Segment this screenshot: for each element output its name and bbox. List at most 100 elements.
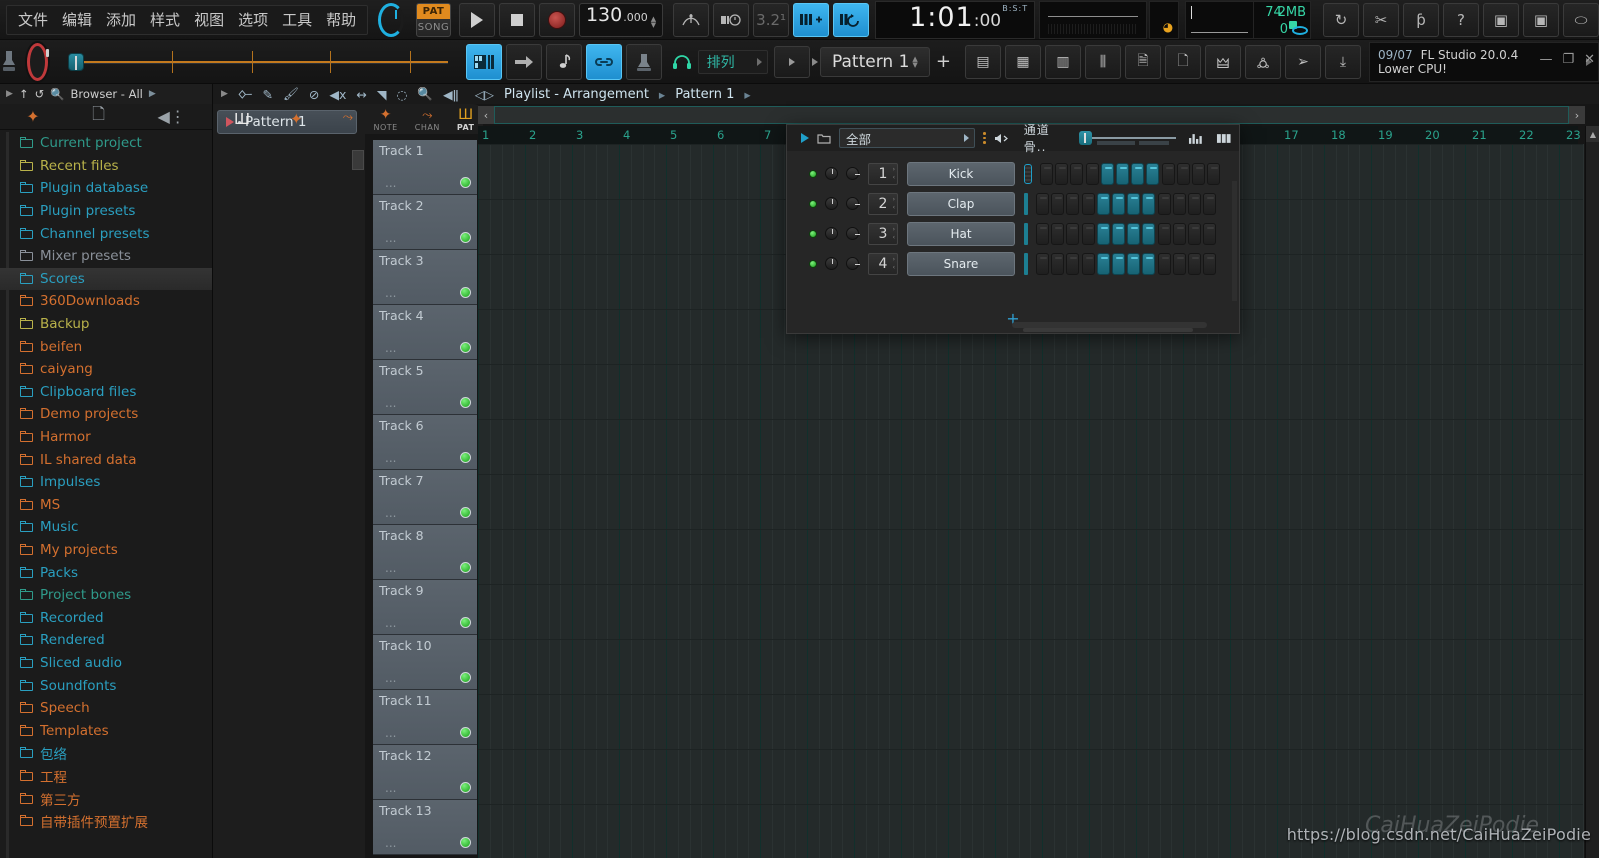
step-button[interactable] xyxy=(1172,222,1186,245)
step-button[interactable] xyxy=(1055,162,1069,185)
rack-zoom-slider[interactable] xyxy=(1078,131,1176,145)
sidebar-item-il-shared-data[interactable]: IL shared data xyxy=(0,448,212,471)
menu-item-0[interactable]: 文件 xyxy=(11,7,55,32)
channel-row[interactable]: 2 › ‹ Clap xyxy=(787,189,1239,218)
sidebar-item-sliced-audio[interactable]: Sliced audio xyxy=(0,652,212,675)
track-enable-led[interactable] xyxy=(460,287,471,298)
step-button[interactable] xyxy=(1051,252,1065,275)
channel-volume-knob[interactable] xyxy=(825,227,838,240)
chevron-right-icon[interactable] xyxy=(756,57,762,66)
pattern-song-switch[interactable]: PAT SONG xyxy=(416,2,451,37)
step-button[interactable] xyxy=(1131,162,1145,185)
sidebar-item-scores[interactable]: Scores xyxy=(0,267,212,291)
step-button[interactable] xyxy=(1157,252,1171,275)
sidebar-item-clipboard-files[interactable]: Clipboard files xyxy=(0,381,212,404)
step-button[interactable] xyxy=(1203,222,1217,245)
chevron-right-icon[interactable]: ▶ xyxy=(221,89,228,99)
save-as-button[interactable]: ▣ xyxy=(1523,2,1560,37)
pattern-prev-button[interactable] xyxy=(810,57,820,66)
sidebar-item-packs[interactable]: Packs xyxy=(0,561,212,584)
step-button[interactable] xyxy=(1070,162,1084,185)
rack-menu-arrow-icon[interactable] xyxy=(801,133,809,143)
comment-button[interactable]: ⬭ xyxy=(1563,2,1599,37)
keyboard-icon[interactable]: Ш xyxy=(234,110,250,128)
channel-name-button[interactable]: Clap xyxy=(907,191,1015,216)
track-enable-led[interactable] xyxy=(460,837,471,848)
step-button[interactable] xyxy=(1051,192,1065,215)
tab-chan[interactable]: ⤳ CHAN xyxy=(415,108,440,132)
playlist-track-header[interactable]: Track 5... xyxy=(373,360,477,415)
sidebar-item-music[interactable]: Music xyxy=(0,516,212,539)
sidebar-item-soundfonts[interactable]: Soundfonts xyxy=(0,674,212,697)
step-button[interactable] xyxy=(1203,192,1217,215)
sidebar-item-channel-presets[interactable]: Channel presets xyxy=(0,222,212,245)
vscroll-up-button[interactable]: ▲ xyxy=(1586,126,1599,142)
sidebar-item-工程[interactable]: 工程 xyxy=(0,765,212,788)
sidebar-item-caiyang[interactable]: caiyang xyxy=(0,358,212,381)
step-button[interactable] xyxy=(1096,222,1110,245)
sidebar-item-plugin-presets[interactable]: Plugin presets xyxy=(0,200,212,223)
playlist-track-header[interactable]: Track 7... xyxy=(373,470,477,525)
channel-volume-knob[interactable] xyxy=(825,167,838,180)
channel-index[interactable]: 4 › ‹ xyxy=(868,252,898,275)
tempo-spinner[interactable]: ▲ ▼ xyxy=(651,15,656,28)
stop-button[interactable] xyxy=(498,2,535,37)
channel-mute-led[interactable] xyxy=(809,259,817,268)
tab-pat[interactable]: Ш PAT xyxy=(457,107,475,132)
step-button[interactable] xyxy=(1085,162,1099,185)
step-button[interactable] xyxy=(1157,222,1171,245)
step-button[interactable] xyxy=(1127,252,1141,275)
step-button[interactable] xyxy=(1081,252,1095,275)
plugin-tab-icon[interactable]: ◀⋮ xyxy=(157,107,185,126)
step-button[interactable] xyxy=(1040,162,1053,185)
step-button[interactable] xyxy=(1172,252,1186,275)
channel-name-button[interactable]: Hat xyxy=(907,221,1015,246)
sidebar-item-backup[interactable]: Backup xyxy=(0,313,212,336)
sidebar-item-360downloads[interactable]: 360Downloads xyxy=(0,290,212,313)
step-button[interactable] xyxy=(1191,162,1205,185)
tempo-field[interactable]: 130 .000 ▲ ▼ xyxy=(578,2,664,37)
track-enable-led[interactable] xyxy=(460,342,471,353)
speaker-icon[interactable]: ◁▷ xyxy=(475,87,494,102)
sidebar-item-rendered[interactable]: Rendered xyxy=(0,629,212,652)
playlist-track-header[interactable]: Track 12... xyxy=(373,745,477,800)
up-arrow-icon[interactable]: ↑ xyxy=(19,87,29,101)
channel-index[interactable]: 3 › ‹ xyxy=(868,222,898,245)
channel-mute-led[interactable] xyxy=(809,169,817,178)
pattern-add-button[interactable]: + xyxy=(936,51,951,72)
sidebar-item-templates[interactable]: Templates xyxy=(0,719,212,742)
step-button[interactable] xyxy=(1127,222,1141,245)
step-button[interactable] xyxy=(1203,252,1217,275)
project-picker-button[interactable]: 🗋 xyxy=(1165,44,1202,79)
menu-item-4[interactable]: 视图 xyxy=(187,7,231,32)
sidebar-item-mixer-presets[interactable]: Mixer presets xyxy=(0,245,212,268)
track-enable-led[interactable] xyxy=(460,782,471,793)
maximize-button[interactable]: ❐ xyxy=(1562,52,1574,67)
channel-volume-knob[interactable] xyxy=(825,197,838,210)
automation-icon[interactable]: ⤳ xyxy=(343,110,353,128)
playlist-track-header[interactable]: Track 2... xyxy=(373,195,477,250)
menu-item-1[interactable]: 编辑 xyxy=(55,7,99,32)
plugin-button[interactable]: 🜲 xyxy=(1205,44,1242,79)
channel-index[interactable]: 1 › ‹ xyxy=(868,162,898,185)
snap-control[interactable]: 排列 xyxy=(672,49,768,74)
step-button[interactable] xyxy=(1081,192,1095,215)
mute-icon[interactable]: ⊘ xyxy=(309,87,319,102)
menu-item-3[interactable]: 样式 xyxy=(143,7,187,32)
step-button[interactable] xyxy=(1096,192,1110,215)
plugin-presets-button[interactable]: 🜛 xyxy=(1245,44,1282,79)
rack-vertical-scrollbar[interactable] xyxy=(1232,181,1237,301)
step-button[interactable] xyxy=(1066,192,1080,215)
track-enable-led[interactable] xyxy=(460,562,471,573)
track-enable-led[interactable] xyxy=(460,507,471,518)
sidebar-item-my-projects[interactable]: My projects xyxy=(0,539,212,562)
shape-knob-slot[interactable] xyxy=(0,49,19,75)
channel-mute-led[interactable] xyxy=(809,199,817,208)
step-button[interactable] xyxy=(1187,252,1201,275)
playlist-track-header[interactable]: Track 10... xyxy=(373,635,477,690)
playlist-track-header[interactable]: Track 6... xyxy=(373,415,477,470)
track-enable-led[interactable] xyxy=(460,177,471,188)
piano-roll-button[interactable]: ▦ xyxy=(1005,44,1042,79)
playlist-track-header[interactable]: Track 11... xyxy=(373,690,477,745)
channel-volume-knob[interactable] xyxy=(825,257,838,270)
